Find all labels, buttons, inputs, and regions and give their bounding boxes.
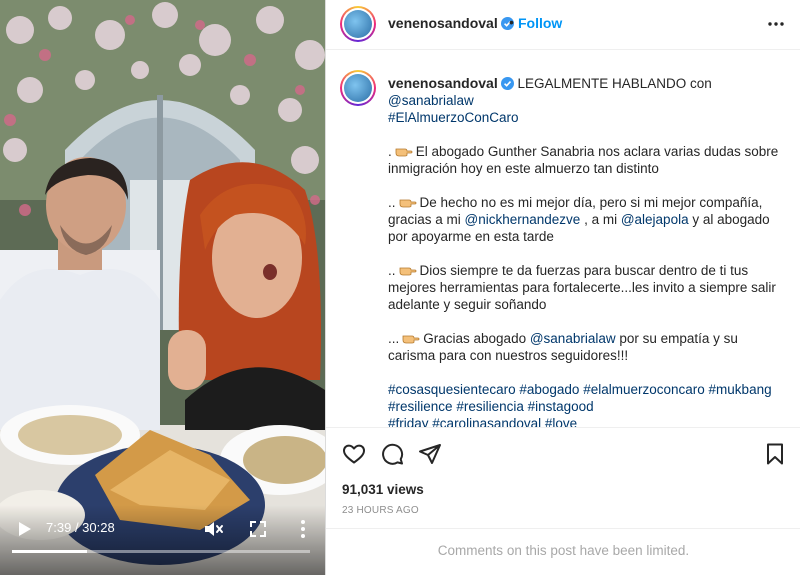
pointing-hand-emoji-icon xyxy=(399,199,416,208)
paragraph-text: Dios siempre te da fuerzas para buscar d… xyxy=(388,263,776,312)
comment-bubble-icon[interactable] xyxy=(380,442,404,466)
hashtag-link[interactable]: #resiliencia xyxy=(456,399,524,414)
post-timestamp[interactable]: 23 HOURS AGO xyxy=(342,505,419,516)
hashtag-link[interactable]: #ElAlmuerzoConCaro xyxy=(388,110,519,125)
follow-button[interactable]: Follow xyxy=(518,15,562,31)
mention-link[interactable]: @sanabrialaw xyxy=(388,93,474,108)
video-controls-gradient xyxy=(0,505,325,575)
heart-icon[interactable] xyxy=(342,442,366,466)
paragraph-prefix: .. xyxy=(388,195,396,210)
video-time: 7:39 / 30:28 xyxy=(46,520,115,535)
header-username[interactable]: venenosandoval xyxy=(388,15,514,31)
post-caption: venenosandoval LEGALMENTE HABLANDO con @… xyxy=(326,51,800,427)
paragraph-text: Gracias abogado xyxy=(423,331,530,346)
muted-speaker-icon[interactable] xyxy=(202,518,224,540)
avatar-image xyxy=(344,74,372,102)
bookmark-icon[interactable] xyxy=(763,442,787,466)
video-progress-fill xyxy=(12,550,87,553)
hashtag-block: #cosasquesientecaro #abogado #elalmuerzo… xyxy=(388,381,783,427)
pointing-hand-emoji-icon xyxy=(399,267,416,276)
hashtag-link[interactable]: #mukbang xyxy=(709,382,772,397)
caption-paragraph-1: . El abogado Gunther Sanabria nos aclara … xyxy=(388,143,783,177)
caption-paragraph-3: .. Dios siempre te da fuerzas para buscar… xyxy=(388,262,783,313)
hashtag-link[interactable]: #abogado xyxy=(519,382,579,397)
mention-link[interactable]: @sanabrialaw xyxy=(530,331,616,346)
play-icon[interactable] xyxy=(14,519,34,539)
mention-link[interactable]: @alejapola xyxy=(621,212,689,227)
separator-dot: • xyxy=(509,14,514,30)
current-time: 7:39 xyxy=(46,520,72,535)
hashtag-link[interactable]: #love xyxy=(545,416,577,427)
hashtag-link[interactable]: #carolinasandoval xyxy=(432,416,541,427)
caption-username[interactable]: venenosandoval xyxy=(388,75,498,91)
mention-link[interactable]: @nickhernandezve xyxy=(465,212,581,227)
comments-limited-notice: Comments on this post have been limited. xyxy=(326,528,800,575)
more-vertical-icon[interactable] xyxy=(296,518,310,540)
hashtag-link[interactable]: #resilience xyxy=(388,399,453,414)
pointing-hand-emoji-icon xyxy=(402,335,420,344)
caption-paragraph-4: ... Gracias abogado @sanabrialaw por su e… xyxy=(388,330,783,364)
post-header: venenosandoval • Follow xyxy=(326,0,800,50)
hashtag-link[interactable]: #elalmuerzoconcaro xyxy=(583,382,705,397)
hashtag-link[interactable]: #friday xyxy=(388,416,429,427)
post-actions: 91,031 views 23 HOURS AGO xyxy=(326,427,800,528)
paragraph-text: El abogado Gunther Sanabria nos aclara v… xyxy=(388,144,779,176)
caption-intro: venenosandoval LEGALMENTE HABLANDO con @… xyxy=(388,75,783,126)
more-options-icon[interactable] xyxy=(766,14,786,34)
avatar[interactable] xyxy=(340,6,376,42)
paper-plane-icon[interactable] xyxy=(418,442,442,466)
avatar-image xyxy=(344,10,372,38)
pointing-hand-emoji-icon xyxy=(395,148,413,157)
caption-paragraph-2: .. De hecho no es mi mejor día, pero si m… xyxy=(388,194,783,245)
hashtag-link[interactable]: #instagood xyxy=(528,399,594,414)
paragraph-text: , a mi xyxy=(580,212,621,227)
video-progress-bar[interactable] xyxy=(12,550,310,553)
video-frame xyxy=(0,0,325,575)
hashtag-line: #cosasquesientecaro #abogado #elalmuerzo… xyxy=(388,381,783,398)
paragraph-prefix: .. xyxy=(388,263,396,278)
paragraph-prefix: . xyxy=(388,144,392,159)
post-side-panel: venenosandoval • Follow venenosandoval L… xyxy=(325,0,800,575)
hashtag-line: #friday #carolinasandoval #love xyxy=(388,415,783,427)
duration: 30:28 xyxy=(82,520,115,535)
paragraph-prefix: ... xyxy=(388,331,400,346)
video-player[interactable]: 7:39 / 30:28 xyxy=(0,0,325,575)
verified-badge-icon xyxy=(500,77,514,90)
intro-text: LEGALMENTE HABLANDO con xyxy=(513,76,712,91)
view-count[interactable]: 91,031 views xyxy=(342,482,424,497)
hashtag-link[interactable]: #cosasquesientecaro xyxy=(388,382,516,397)
caption-text: venenosandoval LEGALMENTE HABLANDO con @… xyxy=(388,75,783,427)
caption-avatar[interactable] xyxy=(340,70,376,106)
username-text[interactable]: venenosandoval xyxy=(388,15,498,31)
hashtag-line: #resilience #resiliencia #instagood xyxy=(388,398,783,415)
fullscreen-icon[interactable] xyxy=(248,519,268,539)
